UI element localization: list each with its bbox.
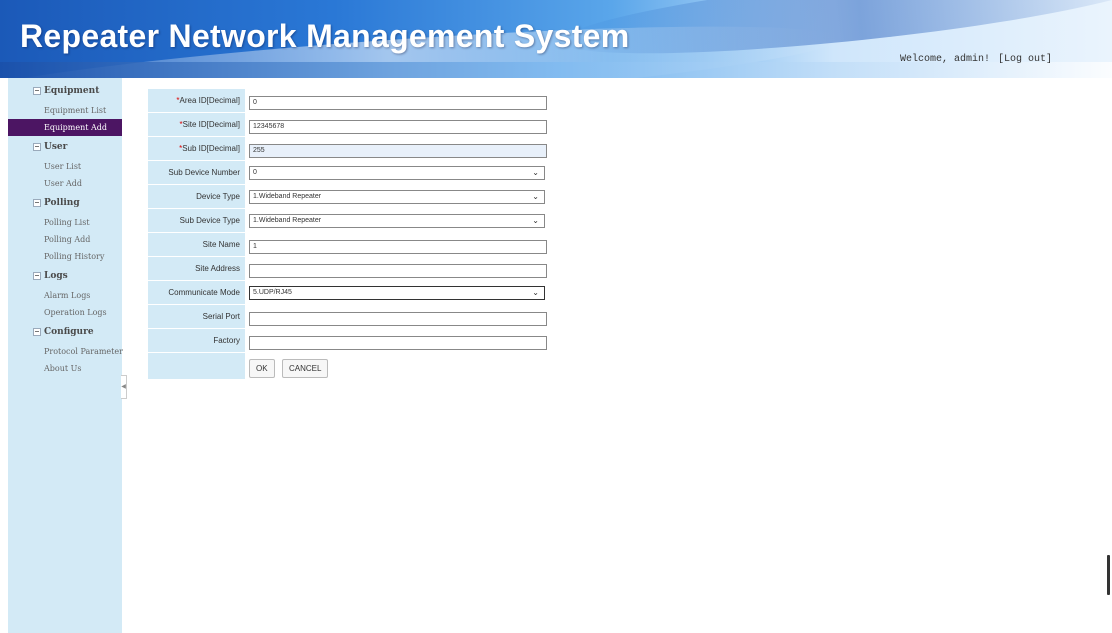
sidebar-item-polling-list[interactable]: Polling List (8, 214, 122, 231)
collapse-icon (33, 328, 41, 336)
serial-port-label: Serial Port (148, 304, 245, 329)
communicate-mode-select[interactable]: 5.UDP/RJ45 ⌄ (249, 285, 545, 300)
form-row: Sub Device Number 0 ⌄ (148, 160, 1090, 185)
communicate-mode-label: Communicate Mode (148, 280, 245, 305)
section-title: Equipment (44, 86, 100, 96)
sub-device-type-label: Sub Device Type (148, 208, 245, 233)
button-row: OK CANCEL (148, 352, 1090, 382)
chevron-down-icon: ⌄ (532, 216, 539, 225)
form-row: Site Name (148, 232, 1090, 257)
site-name-label: Site Name (148, 232, 245, 257)
area-id-label: Area ID[Decimal] (179, 96, 240, 105)
chevron-down-icon: ⌄ (532, 192, 539, 201)
sidebar-item-user-add[interactable]: User Add (8, 175, 122, 192)
select-value: 5.UDP/RJ45 (253, 289, 292, 296)
sidebar-section-header[interactable]: User (8, 136, 122, 158)
sidebar-item-polling-history[interactable]: Polling History (8, 248, 122, 265)
sidebar-item-equipment-list[interactable]: Equipment List (8, 102, 122, 119)
welcome-area: Welcome, admin! [Log out] (900, 54, 1052, 65)
factory-label: Factory (148, 328, 245, 353)
form-row: *Sub ID[Decimal] (148, 136, 1090, 161)
sidebar-section-equipment: Equipment Equipment List Equipment Add (8, 80, 122, 136)
site-id-input[interactable] (249, 119, 547, 134)
sidebar-section-polling: Polling Polling List Polling Add Polling… (8, 192, 122, 265)
section-title: User (44, 142, 68, 152)
collapse-icon (33, 143, 41, 151)
welcome-text: Welcome, admin! (899, 54, 990, 65)
sidebar-item-polling-add[interactable]: Polling Add (8, 231, 122, 248)
sidebar-section-header[interactable]: Equipment (8, 80, 122, 102)
select-value: 0 (253, 169, 257, 176)
device-type-label: Device Type (148, 184, 245, 209)
chevron-down-icon: ⌄ (532, 168, 539, 177)
form-row: Sub Device Type 1.Wideband Repeater ⌄ (148, 208, 1090, 233)
form-row: *Site ID[Decimal] (148, 112, 1090, 137)
collapse-icon (33, 199, 41, 207)
sub-id-input[interactable] (249, 143, 547, 158)
site-address-input[interactable] (249, 263, 547, 278)
sidebar-section-configure: Configure Protocol Parameter About Us (8, 321, 123, 377)
sidebar-item-alarm-logs[interactable]: Alarm Logs (8, 287, 122, 304)
form-row: *Area ID[Decimal] (148, 89, 1090, 113)
select-value: 1.Wideband Repeater (253, 217, 322, 224)
form-table: *Area ID[Decimal] *Site ID[Decimal] *Sub… (148, 89, 1090, 382)
chevron-down-icon: ⌄ (532, 288, 539, 297)
select-value: 1.Wideband Repeater (253, 193, 322, 200)
sub-device-number-label: Sub Device Number (148, 160, 245, 185)
site-address-label: Site Address (148, 256, 245, 281)
sub-id-label: Sub ID[Decimal] (182, 144, 240, 153)
area-id-input[interactable] (249, 95, 547, 110)
sidebar-item-about-us[interactable]: About Us (8, 360, 122, 377)
sidebar-item-equipment-add[interactable]: Equipment Add (8, 119, 122, 136)
device-type-select[interactable]: 1.Wideband Repeater ⌄ (249, 189, 545, 204)
form-row: Site Address (148, 256, 1090, 281)
sub-device-number-select[interactable]: 0 ⌄ (249, 165, 545, 180)
cancel-button[interactable]: CANCEL (282, 358, 329, 378)
site-id-label: Site ID[Decimal] (182, 120, 240, 129)
ok-button[interactable]: OK (249, 358, 275, 378)
collapse-icon (33, 272, 41, 280)
form-row: Device Type 1.Wideband Repeater ⌄ (148, 184, 1090, 209)
sidebar-item-operation-logs[interactable]: Operation Logs (8, 304, 122, 321)
header-banner: Repeater Network Management System Welco… (0, 0, 1112, 78)
serial-port-input[interactable] (249, 311, 547, 326)
sidebar-section-header[interactable]: Polling (8, 192, 122, 214)
sub-device-type-select[interactable]: 1.Wideband Repeater ⌄ (249, 213, 545, 228)
sidebar-section-logs: Logs Alarm Logs Operation Logs (8, 265, 122, 321)
collapse-icon (33, 87, 41, 95)
sidebar: Equipment Equipment List Equipment Add U… (8, 78, 123, 633)
sidebar-item-protocol-parameter[interactable]: Protocol Parameter (8, 343, 123, 360)
scrollbar-thumb[interactable] (1107, 555, 1110, 595)
section-title: Polling (44, 198, 80, 208)
logout-link[interactable]: [Log out] (998, 54, 1052, 65)
form-row: Communicate Mode 5.UDP/RJ45 ⌄ (148, 280, 1090, 305)
sidebar-item-user-list[interactable]: User List (8, 158, 122, 175)
sidebar-toggle-handle[interactable]: ◀ (121, 375, 127, 399)
sidebar-section-user: User User List User Add (8, 136, 122, 192)
section-title: Logs (44, 271, 68, 281)
app-title: Repeater Network Management System (20, 18, 630, 54)
form-row: Serial Port (148, 304, 1090, 329)
equipment-add-form: *Area ID[Decimal] *Site ID[Decimal] *Sub… (148, 89, 1090, 382)
site-name-input[interactable] (249, 239, 547, 254)
sidebar-section-header[interactable]: Logs (8, 265, 122, 287)
sidebar-section-header[interactable]: Configure (8, 321, 122, 343)
form-row: Factory (148, 328, 1090, 353)
section-title: Configure (44, 327, 94, 337)
factory-input[interactable] (249, 335, 547, 350)
